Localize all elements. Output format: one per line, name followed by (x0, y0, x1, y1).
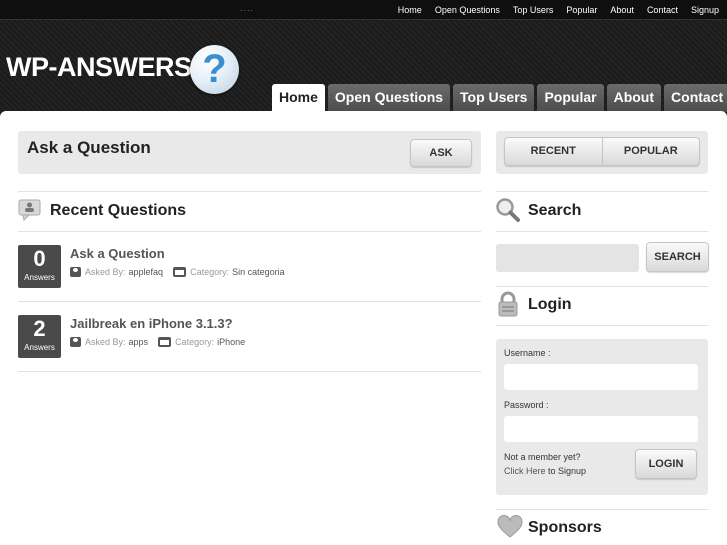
divider (496, 191, 708, 192)
question-meta: Asked By: apps Category: iPhone (70, 337, 245, 347)
answer-count-badge: 0 Answers (18, 245, 61, 288)
top-link-contact[interactable]: Contact (647, 5, 678, 15)
top-link-signup[interactable]: Signup (691, 5, 719, 15)
top-link-about[interactable]: About (610, 5, 634, 15)
user-icon (70, 267, 81, 277)
divider (18, 231, 481, 232)
login-button[interactable]: LOGIN (635, 449, 697, 479)
author-link[interactable]: apps (129, 337, 149, 347)
divider (496, 325, 708, 326)
main-nav: Home Open Questions Top Users Popular Ab… (272, 84, 727, 112)
top-link-home[interactable]: Home (398, 5, 422, 15)
tab-contact[interactable]: Contact (664, 84, 727, 112)
divider (18, 371, 481, 372)
login-title: Login (528, 296, 572, 313)
search-title: Search (528, 202, 582, 219)
password-field[interactable] (504, 416, 698, 442)
lock-icon (498, 291, 518, 317)
category-link[interactable]: Sin categoria (232, 267, 285, 277)
divider (496, 231, 708, 232)
username-label: Username : (504, 348, 551, 358)
ask-box: Ask a Question ASK (18, 131, 481, 174)
search-input[interactable] (496, 244, 639, 272)
folder-icon (173, 267, 187, 277)
divider (496, 509, 708, 510)
top-bar-dots: .... (240, 3, 255, 13)
comment-icon (18, 199, 41, 221)
question-meta: Asked By: applefaq Category: Sin categor… (70, 267, 285, 277)
top-link-popular[interactable]: Popular (566, 5, 597, 15)
sort-recent-button[interactable]: RECENT (505, 138, 602, 165)
question-mark-icon: ? (190, 45, 239, 94)
site-logo[interactable]: WP-ANSWERS (6, 52, 192, 83)
search-button[interactable]: SEARCH (646, 242, 709, 272)
category-link[interactable]: iPhone (217, 337, 245, 347)
username-field[interactable] (504, 364, 698, 390)
tab-about[interactable]: About (606, 84, 662, 112)
password-label: Password : (504, 400, 549, 410)
signup-link[interactable]: Click Here (504, 466, 546, 476)
sort-toggle: RECENT POPULAR (504, 137, 700, 166)
top-link-top-users[interactable]: Top Users (513, 5, 554, 15)
tab-top-users[interactable]: Top Users (453, 84, 535, 112)
user-icon (70, 337, 81, 347)
tab-open-questions[interactable]: Open Questions (327, 84, 451, 112)
login-form: Username : Password : Not a member yet? … (496, 339, 708, 495)
top-bar: .... Home Open Questions Top Users Popul… (0, 0, 727, 20)
question-title-link[interactable]: Jailbreak en iPhone 3.1.3? (70, 316, 233, 331)
main-content: Ask a Question ASK RECENT POPULAR Recent… (0, 111, 727, 545)
signup-note: Not a member yet? Click Here to Signup (504, 452, 587, 476)
answer-count-badge: 2 Answers (18, 315, 61, 358)
ask-button[interactable]: ASK (410, 139, 472, 167)
top-nav: Home Open Questions Top Users Popular Ab… (398, 5, 719, 15)
site-header: .... Home Open Questions Top Users Popul… (0, 0, 727, 112)
tab-popular[interactable]: Popular (537, 84, 604, 112)
divider (496, 286, 708, 287)
question-title-link[interactable]: Ask a Question (70, 246, 165, 261)
recent-questions-title: Recent Questions (50, 202, 187, 219)
heart-icon (497, 515, 523, 538)
sort-box: RECENT POPULAR (496, 131, 708, 174)
search-icon (496, 198, 520, 222)
author-link[interactable]: applefaq (129, 267, 164, 277)
tab-home[interactable]: Home (272, 84, 325, 112)
folder-icon (158, 337, 172, 347)
sponsors-title: Sponsors (528, 519, 602, 536)
sort-popular-button[interactable]: POPULAR (601, 138, 700, 165)
top-link-open-questions[interactable]: Open Questions (435, 5, 500, 15)
divider (18, 301, 481, 302)
ask-title: Ask a Question (27, 138, 151, 157)
divider (18, 191, 481, 192)
